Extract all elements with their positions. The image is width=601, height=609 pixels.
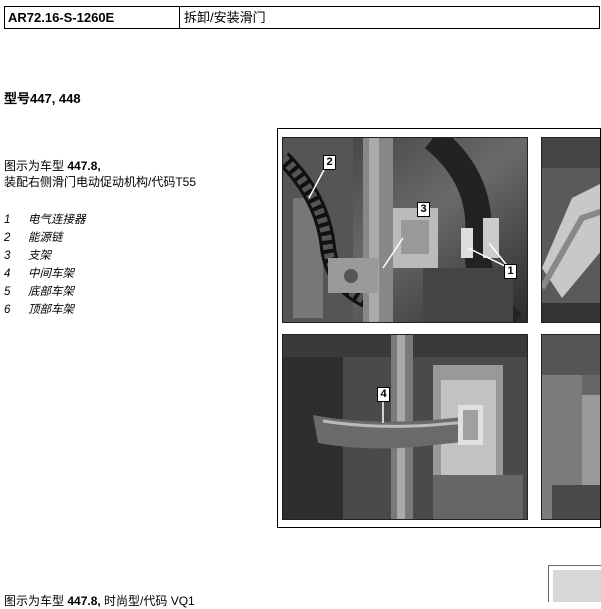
legend-label: 电气连接器 xyxy=(28,214,86,226)
photo-middle-frame-illustration xyxy=(283,335,527,519)
legend-label: 顶部车架 xyxy=(28,304,74,316)
legend-item: 4 中间车架 xyxy=(4,265,86,283)
callout-4: 4 xyxy=(377,387,390,402)
photo-energy-chain: 2 3 1 xyxy=(282,137,528,323)
photo-bottom-right xyxy=(541,334,600,520)
legend-number: 1 xyxy=(4,214,11,226)
document-title: 拆卸/安装滑门 xyxy=(184,10,266,25)
callout-3: 3 xyxy=(417,202,430,217)
legend-label: 支架 xyxy=(28,250,51,262)
legend-item: 1 电气连接器 xyxy=(4,211,86,229)
legend-number: 6 xyxy=(4,304,11,316)
next-caption: 图示为车型 447.8, 时尚型/代码 VQ1 xyxy=(4,592,195,609)
photo-bottom-right-illustration xyxy=(542,335,600,519)
legend-number: 5 xyxy=(4,286,11,298)
caption-model: 447.8, xyxy=(67,159,101,173)
photo-energy-chain-illustration xyxy=(283,138,527,322)
legend-item: 6 顶部车架 xyxy=(4,301,86,319)
figure-caption: 图示为车型 447.8, 装配右侧滑门电动促动机构/代码T55 xyxy=(4,158,196,190)
next-caption-model: 447.8, xyxy=(67,594,101,608)
legend-label: 底部车架 xyxy=(28,286,74,298)
legend-item: 2 能源链 xyxy=(4,229,86,247)
document-header-table: AR72.16-S-1260E 拆卸/安装滑门 xyxy=(4,6,600,29)
photo-top-right-illustration xyxy=(542,138,600,322)
caption-line1-prefix: 图示为车型 xyxy=(4,159,68,173)
legend-number: 4 xyxy=(4,268,11,280)
photo-middle-frame: 4 xyxy=(282,334,528,520)
next-caption-rest: 时尚型/代码 VQ1 xyxy=(100,594,195,608)
legend-label: 中间车架 xyxy=(28,268,74,280)
caption-line2-prefix: 装配右侧滑门电动促动机构/代码 xyxy=(4,175,176,189)
photo-top-right xyxy=(541,137,600,323)
document-code: AR72.16-S-1260E xyxy=(5,7,180,28)
component-legend: 1 电气连接器 2 能源链 3 支架 4 中间车架 5 底部车架 6 顶部车架 xyxy=(4,211,86,319)
legend-number: 3 xyxy=(4,250,11,262)
callout-1: 1 xyxy=(504,264,517,279)
page-tab xyxy=(548,565,601,602)
caption-code: T55 xyxy=(175,175,197,189)
legend-number: 2 xyxy=(4,232,11,244)
page-tab-fill xyxy=(553,570,601,602)
model-heading: 型号447, 448 xyxy=(4,91,81,106)
legend-label: 能源链 xyxy=(28,232,63,244)
figure-frame: 2 3 1 4 xyxy=(277,128,601,528)
legend-item: 5 底部车架 xyxy=(4,283,86,301)
callout-2: 2 xyxy=(323,155,336,170)
next-caption-prefix: 图示为车型 xyxy=(4,594,68,608)
legend-item: 3 支架 xyxy=(4,247,86,265)
